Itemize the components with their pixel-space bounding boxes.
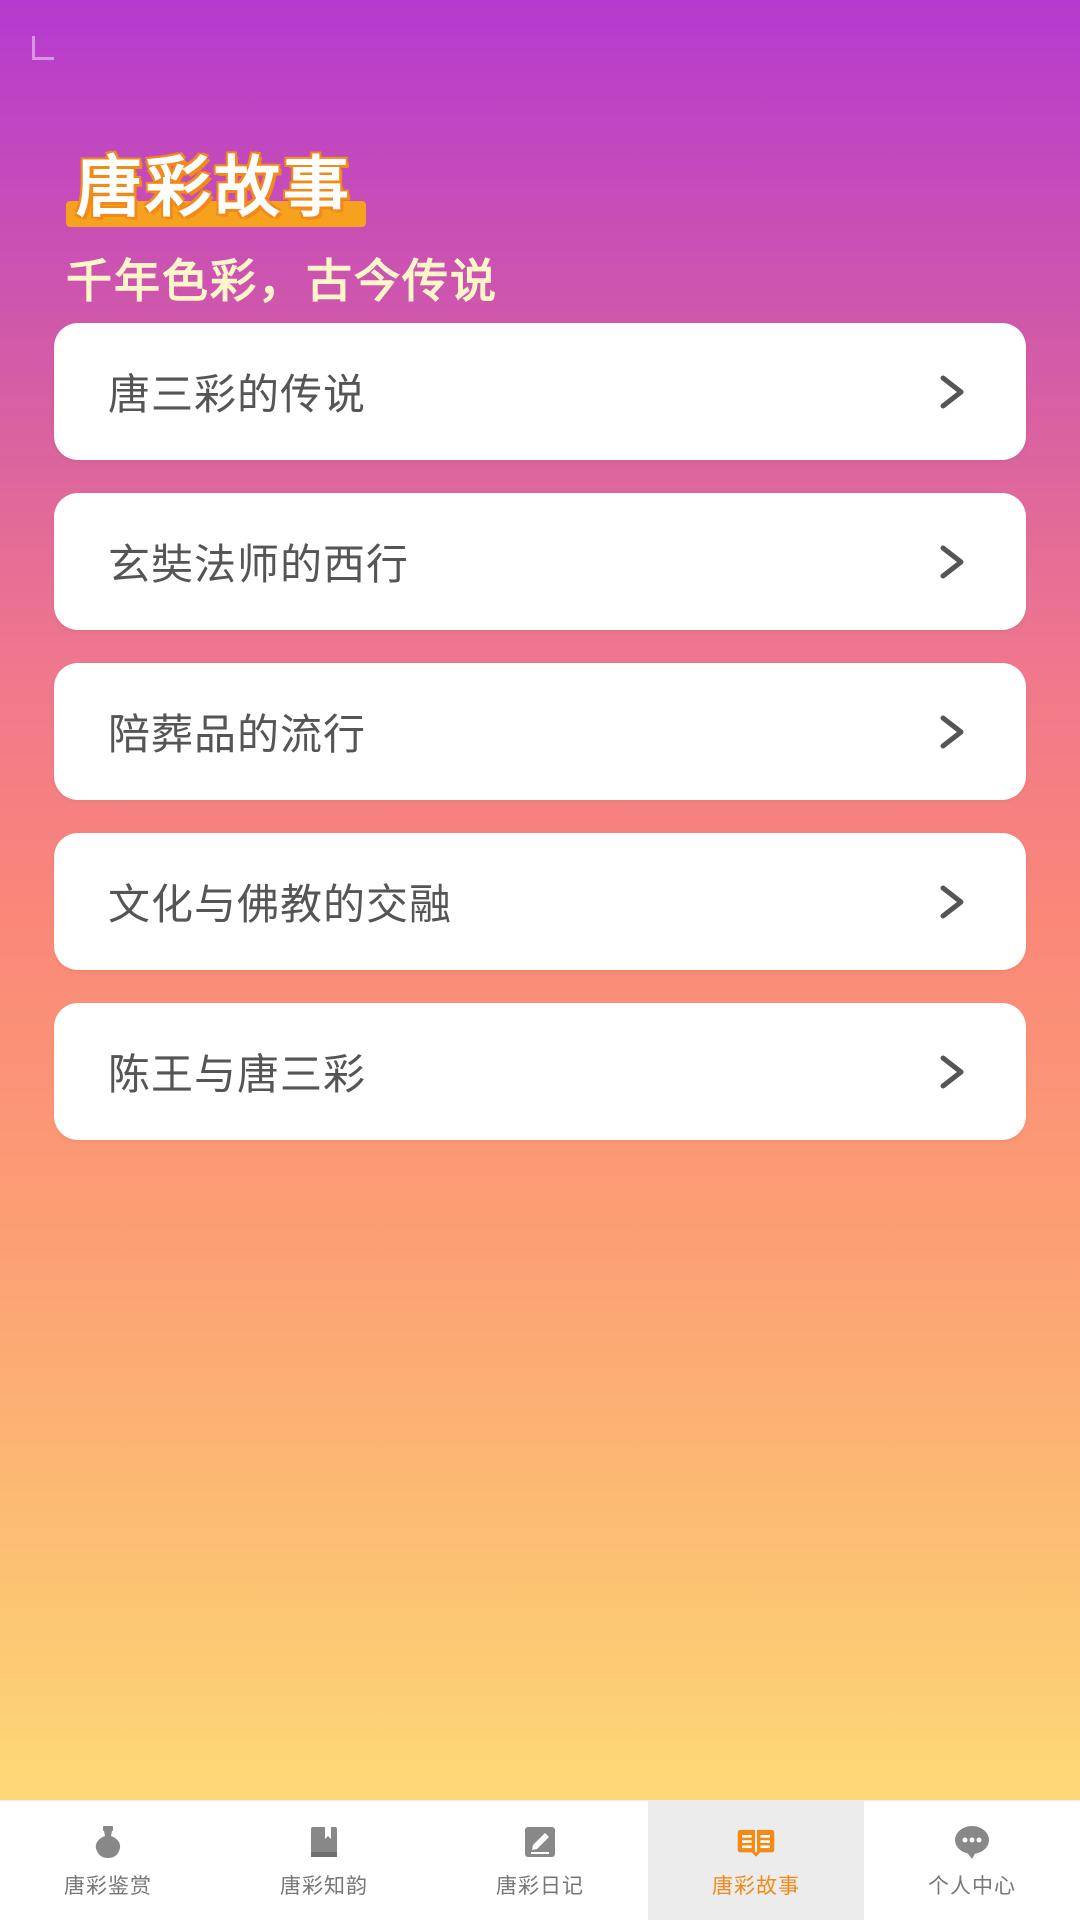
- app-screen: 唐彩故事 千年色彩，古今传说 唐三彩的传说 玄奘法师的西行 陪葬品的流行 文化与…: [0, 0, 1080, 1920]
- open-book-icon: [736, 1822, 776, 1862]
- story-item-label: 文化与佛教的交融: [108, 880, 453, 929]
- story-item-label: 玄奘法师的西行: [108, 540, 410, 589]
- page-header: 唐彩故事 千年色彩，古今传说: [66, 148, 498, 311]
- chevron-right-icon: [934, 1054, 970, 1090]
- nav-tab-label: 唐彩鉴赏: [64, 1873, 152, 1898]
- vase-icon: [88, 1822, 128, 1862]
- chevron-right-icon: [934, 544, 970, 580]
- edit-note-icon: [520, 1822, 560, 1862]
- page-title: 唐彩故事: [66, 148, 366, 227]
- story-item-label: 陈王与唐三彩: [108, 1050, 367, 1099]
- chevron-right-icon: [934, 884, 970, 920]
- nav-tab-label: 唐彩知韵: [280, 1873, 368, 1898]
- nav-tab-knowledge[interactable]: 唐彩知韵: [216, 1801, 432, 1920]
- status-bar-mark: [32, 36, 54, 60]
- chevron-right-icon: [934, 374, 970, 410]
- nav-tab-profile[interactable]: 个人中心: [864, 1801, 1080, 1920]
- story-list: 唐三彩的传说 玄奘法师的西行 陪葬品的流行 文化与佛教的交融 陈王与唐三彩: [54, 323, 1026, 1173]
- nav-tab-stories[interactable]: 唐彩故事: [648, 1801, 864, 1920]
- story-item-label: 唐三彩的传说: [108, 370, 367, 419]
- story-item-prince-chen[interactable]: 陈王与唐三彩: [54, 1003, 1026, 1140]
- story-item-xuanzang-journey[interactable]: 玄奘法师的西行: [54, 493, 1026, 630]
- nav-tab-label: 唐彩故事: [712, 1873, 800, 1898]
- bottom-navigation: 唐彩鉴赏 唐彩知韵 唐彩日记 唐彩故事 个人中心: [0, 1800, 1080, 1920]
- chevron-right-icon: [934, 714, 970, 750]
- nav-tab-label: 唐彩日记: [496, 1873, 584, 1898]
- nav-tab-appreciation[interactable]: 唐彩鉴赏: [0, 1801, 216, 1920]
- story-item-culture-buddhism[interactable]: 文化与佛教的交融: [54, 833, 1026, 970]
- story-item-burial-goods[interactable]: 陪葬品的流行: [54, 663, 1026, 800]
- nav-tab-diary[interactable]: 唐彩日记: [432, 1801, 648, 1920]
- page-subtitle: 千年色彩，古今传说: [66, 253, 498, 308]
- nav-tab-label: 个人中心: [928, 1873, 1016, 1898]
- chat-bubble-icon: [952, 1822, 992, 1862]
- story-item-label: 陪葬品的流行: [108, 710, 367, 759]
- book-icon: [304, 1822, 344, 1862]
- story-item-tang-sancai-legend[interactable]: 唐三彩的传说: [54, 323, 1026, 460]
